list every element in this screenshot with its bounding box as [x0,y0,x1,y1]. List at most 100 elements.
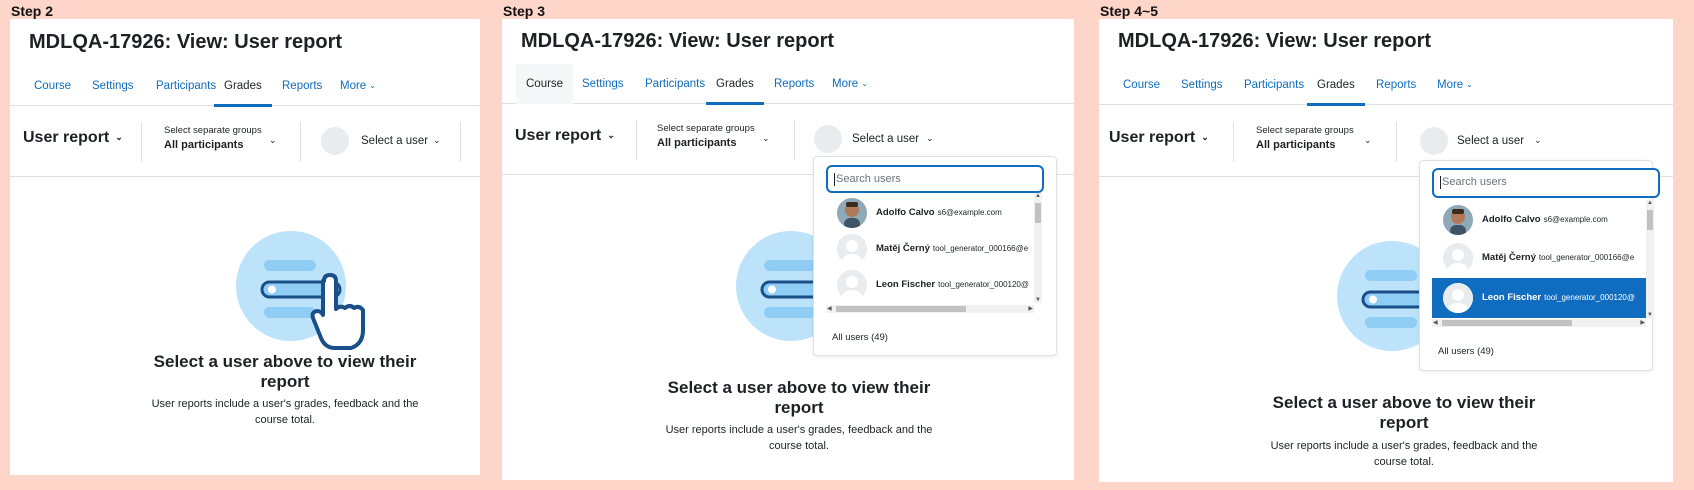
empty-title-line1: Select a user above to view their [153,352,417,371]
nav-grades[interactable]: Grades [706,64,764,105]
scroll-right-icon: ▶ [1640,320,1645,326]
divider [460,122,461,162]
page-title: MDLQA-17926: View: User report [521,30,835,52]
scroll-up-icon: ▲ [1035,193,1041,199]
course-nav: Course Settings Participants Grades Repo… [1099,65,1673,106]
user-email: tool_generator_000166@e [1538,253,1635,262]
avatar [1443,205,1473,235]
nav-participants[interactable]: Participants [1234,65,1314,105]
avatar [1443,243,1473,273]
user-selector-label: Select a user [361,135,429,147]
divider [300,122,301,162]
vertical-scrollbar[interactable]: ▲ ▼ [1646,200,1654,318]
user-email: tool_generator_000166@e [932,244,1029,253]
user-search-input[interactable]: Search users [826,165,1044,193]
chevron-down-icon: ⌄ [1534,135,1542,145]
user-name: Matěj Černý [1482,252,1536,263]
nav-settings[interactable]: Settings [572,64,634,104]
chevron-down-icon: ⌄ [369,81,376,90]
nav-course[interactable]: Course [516,64,574,104]
empty-sub-line1: User reports include a user's grades, fe… [1270,440,1538,452]
screenshot-step-3: MDLQA-17926: View: User report Course Se… [502,19,1074,480]
empty-sub-line2: course total. [1374,456,1434,468]
avatar [1420,127,1448,155]
nav-more[interactable]: More ⌄ [1427,65,1483,105]
groups-label: Select separate groups [164,125,262,136]
report-selector[interactable]: User report ⌄ [515,127,615,145]
course-nav: Course Settings Participants Grades Repo… [502,64,1074,105]
divider [636,120,637,160]
all-users-count[interactable]: All users (49) [832,332,888,343]
course-nav: Course Settings Participants Grades Repo… [10,66,480,107]
divider [1233,122,1234,162]
horizontal-scrollbar[interactable]: ◀ ▶ [1432,319,1646,327]
nav-reports[interactable]: Reports [1366,65,1426,105]
user-list-item[interactable]: Matěj Černý tool_generator_000166@e [826,231,1034,267]
nav-more-label: More [340,80,367,93]
nav-reports[interactable]: Reports [764,64,824,104]
user-list: Adolfo Calvo s6@example.com Matěj Černý to… [1432,200,1646,318]
nav-more[interactable]: More ⌄ [822,64,878,104]
empty-state-title: Select a user above to view their report [1199,393,1609,433]
user-email: s6@example.com [937,208,1002,217]
avatar [321,127,349,155]
report-selector-label: User report [23,129,110,146]
report-selector[interactable]: User report ⌄ [1109,129,1209,147]
groups-label: Select separate groups [1256,125,1354,136]
user-list-item[interactable]: Adolfo Calvo s6@example.com [1432,202,1646,238]
avatar [837,234,867,264]
nav-reports[interactable]: Reports [272,66,332,106]
empty-state-title: Select a user above to view their report [594,378,1004,418]
user-email: s6@example.com [1543,215,1608,224]
empty-title-line2: report [260,372,310,391]
nav-more[interactable]: More ⌄ [330,66,386,106]
empty-sub-line1: User reports include a user's grades, fe… [665,424,933,436]
divider [141,122,142,162]
empty-title-line2: report [774,398,824,417]
chevron-down-icon: ⌄ [115,132,123,143]
chevron-down-icon: ⌄ [861,79,868,88]
user-search-dropdown: Search users Adolfo Calvo s6@example.com … [813,156,1057,356]
report-selector[interactable]: User report ⌄ [23,129,123,147]
avatar [814,125,842,153]
scroll-down-icon: ▼ [1647,312,1653,318]
user-selector-label: Select a user [1457,135,1525,147]
user-search-input[interactable]: Search users [1432,168,1660,198]
groups-selector[interactable]: Select separate groups All participants [657,123,755,149]
nav-settings[interactable]: Settings [1171,65,1233,105]
nav-grades[interactable]: Grades [214,66,272,107]
user-list-item[interactable]: Matěj Černý tool_generator_000166@e [1432,240,1646,276]
report-selector-label: User report [515,127,602,144]
report-selector-label: User report [1109,129,1196,146]
avatar [837,270,867,300]
user-name: Leon Fischer [1482,292,1542,303]
chevron-down-icon: ⌄ [1201,132,1209,143]
user-name: Adolfo Calvo [876,207,935,218]
empty-sub-line2: course total. [255,414,315,426]
groups-label: Select separate groups [657,123,755,134]
nav-course[interactable]: Course [24,66,81,106]
step-label-2: Step 2 [11,3,54,19]
user-name: Matěj Černý [876,243,930,254]
groups-selector[interactable]: Select separate groups All participants [164,125,262,151]
page-title: MDLQA-17926: View: User report [29,31,343,53]
nav-more-label: More [1437,79,1464,92]
nav-participants[interactable]: Participants [635,64,715,104]
empty-sub-line1: User reports include a user's grades, fe… [151,398,419,410]
chevron-down-icon: ⌄ [926,133,934,143]
vertical-scrollbar[interactable]: ▲ ▼ [1034,193,1042,303]
horizontal-scrollbar[interactable]: ◀ ▶ [826,305,1034,313]
user-name: Adolfo Calvo [1482,214,1541,225]
nav-grades[interactable]: Grades [1307,65,1365,106]
user-list-item[interactable]: Adolfo Calvo s6@example.com [826,195,1034,231]
user-list-item-selected[interactable]: Leon Fischer tool_generator_000120@ [1432,278,1646,318]
chevron-down-icon: ⌄ [433,135,441,145]
screenshot-step-4-5: MDLQA-17926: View: User report Course Se… [1099,19,1673,482]
nav-course[interactable]: Course [1113,65,1170,105]
user-list-item[interactable]: Leon Fischer tool_generator_000120@ [826,267,1034,303]
groups-selector[interactable]: Select separate groups All participants [1256,125,1354,151]
all-users-count[interactable]: All users (49) [1438,346,1494,357]
avatar [1443,283,1473,313]
user-list: Adolfo Calvo s6@example.com Matěj Černý to… [826,193,1034,303]
nav-settings[interactable]: Settings [82,66,144,106]
